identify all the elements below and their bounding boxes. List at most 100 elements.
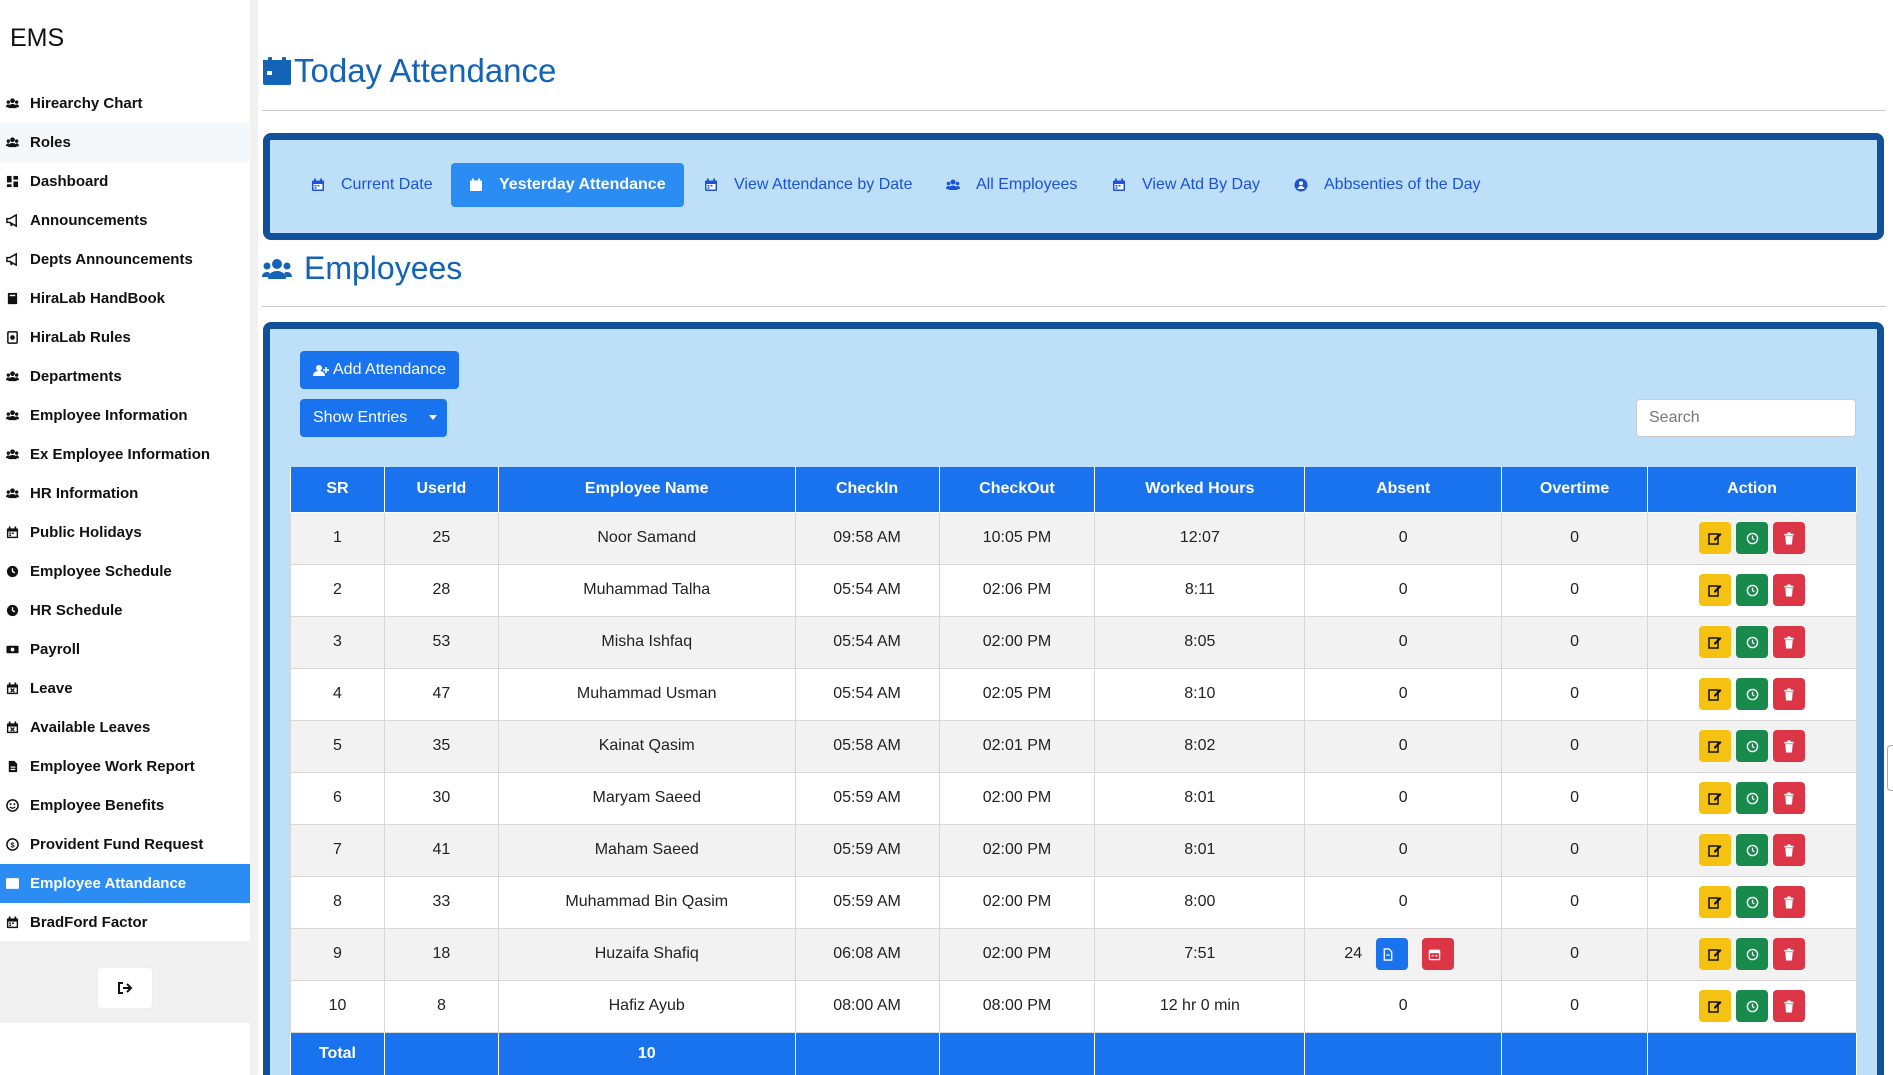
- total-label: Total: [290, 1031, 385, 1075]
- sidebar-item-payroll[interactable]: Payroll: [0, 630, 250, 669]
- tab-abbsenties-of-the-day[interactable]: Abbsenties of the Day: [1294, 163, 1481, 207]
- edit-icon: [1708, 947, 1722, 961]
- edit-button[interactable]: [1699, 782, 1732, 814]
- sidebar-item-employee-schedule[interactable]: Employee Schedule: [0, 552, 250, 591]
- sidebar-item-employee-attandance[interactable]: Employee Attandance: [0, 864, 250, 903]
- sidebar-item-hirearchy-chart[interactable]: Hirearchy Chart: [0, 84, 250, 123]
- total-empty-cell: [1647, 1031, 1857, 1075]
- schedule-button[interactable]: [1736, 886, 1769, 918]
- delete-button[interactable]: [1773, 626, 1806, 658]
- table-row: 8 33 Muhammad Bin Qasim 05:59 AM 02:00 PM 8:0…: [290, 875, 1857, 929]
- schedule-button[interactable]: [1736, 730, 1769, 762]
- absent-cell: 0: [1304, 875, 1503, 929]
- column-header-sr[interactable]: SR: [290, 467, 385, 513]
- absent-count: 24: [1344, 945, 1363, 962]
- schedule-button[interactable]: [1736, 522, 1769, 554]
- edit-button[interactable]: [1699, 886, 1732, 918]
- delete-button[interactable]: [1773, 834, 1806, 866]
- sidebar-item-available-leaves[interactable]: Available Leaves: [0, 708, 250, 747]
- sidebar-item-provident-fund-request[interactable]: $ Provident Fund Request: [0, 825, 250, 864]
- sidebar-item-employee-information[interactable]: Employee Information: [0, 396, 250, 435]
- sidebar-item-label: HR Information: [30, 485, 139, 502]
- sidebar-item-employee-benefits[interactable]: Employee Benefits: [0, 786, 250, 825]
- calendar-icon: [704, 178, 726, 192]
- delete-button[interactable]: [1773, 522, 1806, 554]
- schedule-button[interactable]: [1736, 938, 1769, 970]
- show-entries-dropdown[interactable]: Show Entries: [300, 399, 447, 437]
- edit-button[interactable]: [1699, 834, 1732, 866]
- tab-view-atd-by-day[interactable]: View Atd By Day: [1112, 163, 1260, 207]
- schedule-button[interactable]: [1736, 574, 1769, 606]
- delete-button[interactable]: [1773, 990, 1806, 1022]
- sidebar-item-hiralab-handbook[interactable]: HiraLab HandBook: [0, 279, 250, 318]
- sidebar-item-bradford-factor[interactable]: BradFord Factor: [0, 903, 250, 942]
- delete-button[interactable]: [1773, 886, 1806, 918]
- column-header-worked-hours[interactable]: Worked Hours: [1094, 467, 1306, 513]
- schedule-button[interactable]: [1736, 782, 1769, 814]
- id-card-icon: [5, 876, 20, 891]
- edit-button[interactable]: [1699, 730, 1732, 762]
- delete-button[interactable]: [1773, 574, 1806, 606]
- column-header-userid[interactable]: UserId: [383, 467, 499, 513]
- sidebar-item-announcements[interactable]: Announcements: [0, 201, 250, 240]
- sidebar-item-hr-information[interactable]: HR Information: [0, 474, 250, 513]
- add-attendance-button[interactable]: Add Attendance: [300, 351, 459, 389]
- sidebar-item-public-holidays[interactable]: Public Holidays: [0, 513, 250, 552]
- checkin-cell: 05:59 AM: [794, 875, 940, 929]
- edit-button[interactable]: [1699, 626, 1732, 658]
- delete-button[interactable]: [1773, 730, 1806, 762]
- edit-button[interactable]: [1699, 990, 1732, 1022]
- checkout-cell: 02:00 PM: [938, 875, 1096, 929]
- delete-button[interactable]: [1773, 782, 1806, 814]
- sidebar-item-label: Roles: [30, 134, 71, 151]
- column-header-checkout[interactable]: CheckOut: [938, 467, 1096, 513]
- schedule-button[interactable]: [1736, 626, 1769, 658]
- worked-hours-cell: 8:11: [1094, 563, 1306, 617]
- sidebar-item-employee-work-report[interactable]: Employee Work Report: [0, 747, 250, 786]
- column-header-action[interactable]: Action: [1647, 467, 1857, 513]
- edit-button[interactable]: [1699, 574, 1732, 606]
- sidebar-item-ex-employee-information[interactable]: Ex Employee Information: [0, 435, 250, 474]
- delete-button[interactable]: [1773, 938, 1806, 970]
- calendar-icon: [311, 178, 333, 192]
- schedule-button[interactable]: [1736, 990, 1769, 1022]
- side-panel-handle[interactable]: [1887, 745, 1893, 791]
- tab-all-employees[interactable]: All Employees: [946, 163, 1077, 207]
- schedule-button[interactable]: [1736, 834, 1769, 866]
- edit-button[interactable]: [1699, 678, 1732, 710]
- worked-hours-cell: 8:05: [1094, 615, 1306, 669]
- absent-calendar-button[interactable]: [1422, 938, 1455, 970]
- absent-report-button[interactable]: [1376, 938, 1409, 970]
- tab-yesterday-attendance[interactable]: Yesterday Attendance: [451, 163, 684, 207]
- logout-button[interactable]: [97, 967, 153, 1009]
- sidebar-item-depts-announcements[interactable]: Depts Announcements: [0, 240, 250, 279]
- sidebar-item-leave[interactable]: Leave: [0, 669, 250, 708]
- search-input[interactable]: [1636, 399, 1856, 437]
- column-header-employee-name[interactable]: Employee Name: [497, 467, 796, 513]
- overtime-cell: 0: [1501, 511, 1649, 565]
- delete-icon: [1783, 999, 1795, 1013]
- sidebar-scrollbar[interactable]: [250, 0, 258, 1075]
- users-icon: [5, 447, 20, 462]
- edit-button[interactable]: [1699, 522, 1732, 554]
- worked-hours-cell: 8:00: [1094, 875, 1306, 929]
- delete-button[interactable]: [1773, 678, 1806, 710]
- employee-name-cell: Muhammad Bin Qasim: [497, 875, 796, 929]
- rules-book-icon: [5, 330, 20, 345]
- edit-button[interactable]: [1699, 938, 1732, 970]
- tab-current-date[interactable]: Current Date: [311, 163, 433, 207]
- sidebar-item-roles[interactable]: Roles: [0, 123, 250, 162]
- tab-label: All Employees: [976, 176, 1078, 193]
- column-header-checkin[interactable]: CheckIn: [794, 467, 940, 513]
- column-header-overtime[interactable]: Overtime: [1501, 467, 1649, 513]
- sidebar-item-departments[interactable]: Departments: [0, 357, 250, 396]
- sidebar-item-hr-schedule[interactable]: HR Schedule: [0, 591, 250, 630]
- row-actions: [1699, 730, 1806, 762]
- sidebar-item-hiralab-rules[interactable]: HiraLab Rules: [0, 318, 250, 357]
- employee-name-cell: Maham Saeed: [497, 823, 796, 877]
- column-header-absent[interactable]: Absent: [1304, 467, 1503, 513]
- sidebar-item-dashboard[interactable]: Dashboard: [0, 162, 250, 201]
- money-icon: [5, 642, 20, 657]
- schedule-button[interactable]: [1736, 678, 1769, 710]
- tab-view-attendance-by-date[interactable]: View Attendance by Date: [704, 163, 913, 207]
